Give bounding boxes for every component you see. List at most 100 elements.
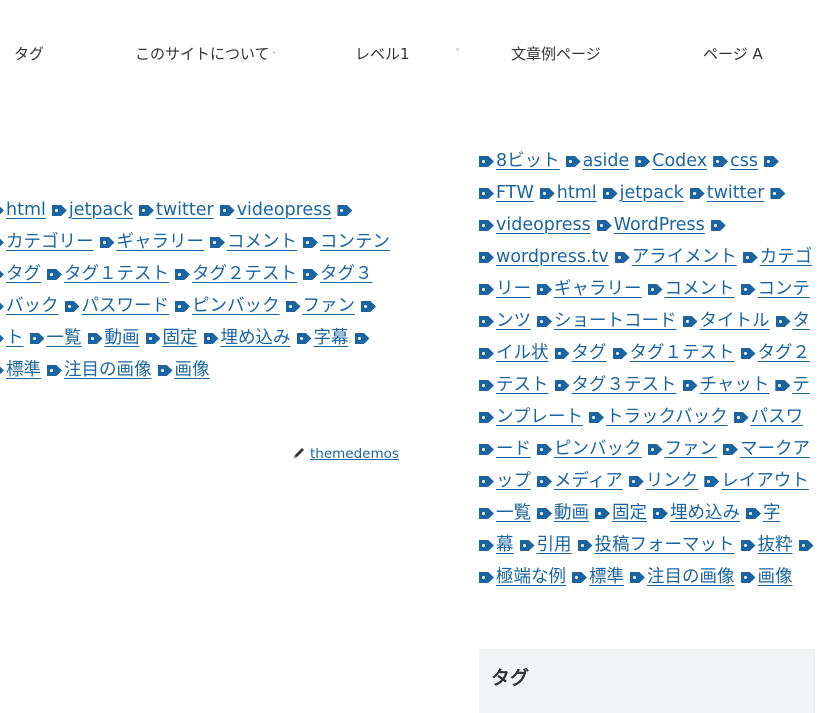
nav-item-level1[interactable]: レベル1	[355, 44, 410, 64]
tag-link[interactable]: レイアウト	[704, 471, 809, 491]
tag-link[interactable]: jetpack	[602, 183, 684, 203]
tag-link[interactable]: 動画	[537, 503, 589, 523]
tag-link[interactable]: テ	[775, 375, 810, 395]
tag-link[interactable]: リー	[479, 279, 531, 299]
tag-link[interactable]: WordPress	[596, 215, 705, 235]
tag-link[interactable]: アライメント	[614, 247, 737, 267]
tag-link[interactable]: バック	[0, 296, 59, 316]
tag-link[interactable]: ップ	[479, 471, 531, 491]
tag-link[interactable]: ファン	[647, 439, 717, 459]
tag-link[interactable]: タイトル	[682, 311, 770, 331]
tag-link[interactable]: videopress	[219, 200, 331, 220]
chevron-down-icon[interactable]: ˅	[455, 44, 460, 64]
tag-link[interactable]: カテゴ	[742, 247, 812, 267]
tag-link[interactable]: 幕	[479, 535, 514, 555]
tag-link[interactable]: トラックバック	[588, 407, 728, 427]
tag-link[interactable]: 注目の画像	[47, 360, 152, 380]
author-link[interactable]: themedemos	[310, 446, 399, 462]
tag-link[interactable]: コメント	[647, 279, 735, 299]
tag-link[interactable]: テスト	[479, 375, 549, 395]
tag-link[interactable]: 8ビット	[479, 151, 560, 171]
tag-link[interactable]: 一覧	[479, 503, 531, 523]
tag-link[interactable]: ギャラリー	[537, 279, 642, 299]
tag-link[interactable]: タグ３テスト	[554, 375, 677, 395]
tag-link[interactable]: 動画	[87, 328, 140, 348]
tag-link[interactable]: css	[713, 151, 758, 171]
tag-link[interactable]: 字	[746, 503, 781, 523]
tag-link[interactable]: Codex	[635, 151, 707, 171]
tag-link[interactable]: タグ１テスト	[612, 343, 735, 363]
tag-link[interactable]: 抜粋	[740, 535, 793, 555]
tag-label: 動画	[554, 503, 589, 523]
tag-link[interactable]: 一覧	[29, 328, 82, 348]
tag-link[interactable]: 投稿フォーマット	[577, 535, 735, 555]
tag-link[interactable]: メディア	[537, 471, 623, 491]
chevron-down-icon: ˅	[271, 51, 277, 62]
tag-link[interactable]	[337, 200, 354, 220]
tag-link[interactable]: ード	[479, 439, 531, 459]
tag-icon	[635, 156, 651, 167]
nav-item-page-a[interactable]: ページ A	[703, 44, 763, 64]
tag-link[interactable]: ンツ	[479, 311, 531, 331]
nav-item-tag[interactable]: タグ	[14, 44, 44, 64]
tag-link[interactable]: ト	[0, 328, 24, 348]
tag-link[interactable]: 標準	[572, 567, 624, 587]
tag-link[interactable]: html	[0, 200, 46, 220]
tag-link[interactable]: 埋め込み	[653, 503, 740, 523]
tag-link[interactable]: ファン	[285, 296, 355, 316]
tag-link[interactable]: ンプレート	[479, 407, 583, 427]
tag-link[interactable]: コメント	[210, 232, 297, 252]
tag-link[interactable]: 標準	[0, 360, 41, 380]
tag-link[interactable]: 画像	[740, 567, 793, 587]
tag-label: カテゴリー	[6, 232, 94, 252]
tag-link[interactable]: videopress	[479, 215, 591, 235]
tag-icon	[588, 412, 604, 423]
tag-link[interactable]: タグ	[0, 264, 41, 284]
tag-link[interactable]: イル状	[479, 343, 549, 363]
tag-link[interactable]: 引用	[519, 535, 572, 555]
tag-link[interactable]: 埋め込み	[203, 328, 291, 348]
tag-link[interactable]	[763, 151, 781, 171]
tag-link[interactable]: ピンバック	[537, 439, 642, 459]
tag-link[interactable]: ピンバック	[175, 296, 280, 316]
nav-item-about[interactable]: このサイトについて ˅	[135, 44, 277, 67]
tag-link[interactable]: 画像	[157, 360, 210, 380]
tag-link[interactable]: 字幕	[296, 328, 349, 348]
tag-link[interactable]: コンテ	[740, 279, 810, 299]
tag-link[interactable]: カテゴリー	[0, 232, 94, 252]
tag-link[interactable]: ショートコード	[537, 311, 677, 331]
tag-link[interactable]: タグ１テスト	[47, 264, 169, 284]
tag-link[interactable]: 固定	[145, 328, 198, 348]
tag-link[interactable]: html	[539, 183, 597, 203]
tag-link[interactable]	[354, 328, 372, 348]
tag-icon	[47, 269, 62, 280]
tag-link[interactable]: 注目の画像	[630, 567, 735, 587]
tag-label: FTW	[496, 183, 534, 203]
tag-link[interactable]	[361, 296, 378, 316]
tag-link[interactable]: aside	[565, 151, 629, 171]
tag-link[interactable]: twitter	[138, 200, 214, 220]
tag-link[interactable]: タグ	[554, 343, 607, 363]
tag-link[interactable]: twitter	[689, 183, 764, 203]
nav-item-sample-page[interactable]: 文章例ページ	[511, 44, 601, 64]
tag-link[interactable]	[798, 535, 816, 555]
tag-link[interactable]: パスワ	[733, 407, 803, 427]
tag-link[interactable]: wordpress.tv	[479, 247, 609, 267]
tag-line: wordpress.tv アライメント カテゴ	[479, 241, 836, 273]
tag-link[interactable]: FTW	[479, 183, 534, 203]
tag-link[interactable]: 固定	[595, 503, 647, 523]
tag-link[interactable]: jetpack	[51, 200, 133, 220]
tag-link[interactable]: タグ３	[303, 264, 373, 284]
tag-link[interactable]: コンテン	[303, 232, 390, 252]
tag-link[interactable]: タグ２テスト	[175, 264, 297, 284]
tag-link[interactable]	[770, 183, 787, 203]
tag-link[interactable]: チャット	[682, 375, 769, 395]
tag-link[interactable]: マークア	[723, 439, 810, 459]
tag-link[interactable]: 極端な例	[479, 567, 566, 587]
tag-link[interactable]: ギャラリー	[99, 232, 204, 252]
tag-link[interactable]	[710, 215, 728, 235]
tag-link[interactable]: リンク	[628, 471, 698, 491]
tag-link[interactable]: パスワード	[64, 296, 169, 316]
tag-link[interactable]: タ	[775, 311, 810, 331]
tag-link[interactable]: タグ２	[740, 343, 810, 363]
